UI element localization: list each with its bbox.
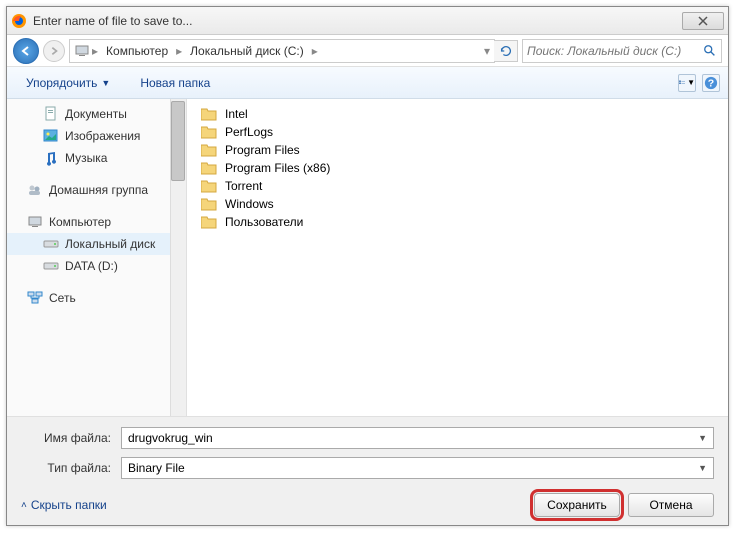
chevron-down-icon[interactable]: ▾ xyxy=(484,44,490,58)
close-button[interactable] xyxy=(682,12,724,30)
close-icon xyxy=(698,16,708,26)
save-dialog: Enter name of file to save to... ▸ Компь… xyxy=(6,6,729,526)
save-button[interactable]: Сохранить xyxy=(534,493,620,517)
help-button[interactable]: ? xyxy=(702,74,720,92)
forward-button[interactable] xyxy=(43,40,65,62)
filename-input[interactable]: drugvokrug_win ▼ xyxy=(121,427,714,449)
search-icon xyxy=(703,44,717,58)
breadcrumb-computer[interactable]: Компьютер xyxy=(100,44,174,58)
folder-icon xyxy=(201,125,217,139)
chevron-down-icon[interactable]: ▼ xyxy=(698,433,707,443)
help-icon: ? xyxy=(704,76,718,90)
homegroup-icon xyxy=(27,182,43,198)
picture-icon xyxy=(43,128,59,144)
scroll-thumb[interactable] xyxy=(171,101,185,181)
folder-icon xyxy=(201,143,217,157)
new-folder-button[interactable]: Новая папка xyxy=(129,71,221,95)
bottom-panel: Имя файла: drugvokrug_win ▼ Тип файла: B… xyxy=(7,416,728,525)
sidebar-item-music[interactable]: Музыка xyxy=(7,147,186,169)
organize-button[interactable]: Упорядочить ▼ xyxy=(15,71,121,95)
sidebar-item-pictures[interactable]: Изображения xyxy=(7,125,186,147)
computer-icon xyxy=(27,214,43,230)
content-area: Документы Изображения Музыка Домашняя гр… xyxy=(7,99,728,416)
list-item[interactable]: Program Files xyxy=(197,141,718,159)
drive-icon xyxy=(43,258,59,274)
chevron-right-icon: ▸ xyxy=(176,44,182,58)
drive-icon xyxy=(43,236,59,252)
search-box[interactable] xyxy=(522,39,722,63)
window-title: Enter name of file to save to... xyxy=(33,14,682,28)
view-icon xyxy=(679,78,685,88)
sidebar-item-documents[interactable]: Документы xyxy=(7,103,186,125)
view-options-button[interactable]: ▼ xyxy=(678,74,696,92)
sidebar-item-homegroup[interactable]: Домашняя группа xyxy=(7,179,186,201)
folder-icon xyxy=(201,107,217,121)
hide-folders-button[interactable]: ˄ Скрыть папки xyxy=(21,498,107,512)
folder-icon xyxy=(201,179,217,193)
titlebar: Enter name of file to save to... xyxy=(7,7,728,35)
folder-icon xyxy=(201,197,217,211)
document-icon xyxy=(43,106,59,122)
sidebar: Документы Изображения Музыка Домашняя гр… xyxy=(7,99,187,416)
refresh-icon xyxy=(499,44,513,58)
file-list[interactable]: Intel PerfLogs Program Files Program Fil… xyxy=(187,99,728,416)
music-icon xyxy=(43,150,59,166)
chevron-right-icon: ▸ xyxy=(92,44,98,58)
cancel-button[interactable]: Отмена xyxy=(628,493,714,517)
arrow-right-icon xyxy=(49,46,59,56)
chevron-up-icon: ˄ xyxy=(21,500,27,511)
list-item[interactable]: Torrent xyxy=(197,177,718,195)
nav-row: ▸ Компьютер ▸ Локальный диск (C:) ▸ ▾ xyxy=(7,35,728,67)
svg-text:?: ? xyxy=(708,77,714,89)
list-item[interactable]: Windows xyxy=(197,195,718,213)
chevron-down-icon: ▼ xyxy=(687,78,695,87)
refresh-button[interactable] xyxy=(494,40,518,62)
folder-icon xyxy=(201,161,217,175)
sidebar-item-drive-d[interactable]: DATA (D:) xyxy=(7,255,186,277)
back-button[interactable] xyxy=(13,38,39,64)
sidebar-item-computer[interactable]: Компьютер xyxy=(7,211,186,233)
sidebar-scrollbar[interactable] xyxy=(170,99,186,416)
firefox-icon xyxy=(11,13,27,29)
filetype-select[interactable]: Binary File ▼ xyxy=(121,457,714,479)
chevron-down-icon: ▼ xyxy=(101,78,110,88)
network-icon xyxy=(27,290,43,306)
sidebar-item-drive-c[interactable]: Локальный диск xyxy=(7,233,186,255)
list-item[interactable]: Intel xyxy=(197,105,718,123)
breadcrumb-drive[interactable]: Локальный диск (C:) xyxy=(184,44,310,58)
search-input[interactable] xyxy=(527,44,703,58)
breadcrumb[interactable]: ▸ Компьютер ▸ Локальный диск (C:) ▸ ▾ xyxy=(69,39,495,63)
arrow-left-icon xyxy=(20,45,32,57)
toolbar: Упорядочить ▼ Новая папка ▼ ? xyxy=(7,67,728,99)
folder-icon xyxy=(201,215,217,229)
list-item[interactable]: Пользователи xyxy=(197,213,718,231)
computer-icon xyxy=(74,43,90,59)
sidebar-item-network[interactable]: Сеть xyxy=(7,287,186,309)
filename-label: Имя файла: xyxy=(21,431,121,445)
filetype-label: Тип файла: xyxy=(21,461,121,475)
chevron-down-icon[interactable]: ▼ xyxy=(698,463,707,473)
chevron-right-icon: ▸ xyxy=(312,44,318,58)
list-item[interactable]: PerfLogs xyxy=(197,123,718,141)
list-item[interactable]: Program Files (x86) xyxy=(197,159,718,177)
